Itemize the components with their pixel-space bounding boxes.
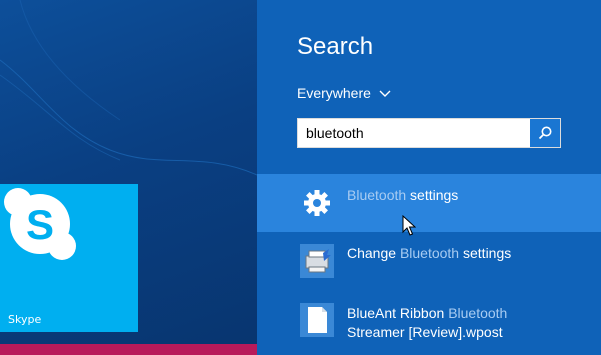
search-scope-dropdown[interactable]: Everywhere bbox=[297, 85, 391, 101]
search-charm-panel: Search Everywhere bluetooth Bluetooth se… bbox=[257, 0, 601, 355]
search-result-bluetooth-settings[interactable]: Bluetooth settings bbox=[257, 174, 601, 232]
svg-text:S: S bbox=[26, 201, 54, 248]
start-screen-background: S Skype bbox=[0, 0, 257, 355]
search-input[interactable] bbox=[306, 119, 526, 147]
skype-icon: S bbox=[4, 188, 76, 260]
result-label: Bluetooth settings bbox=[347, 186, 458, 205]
gear-icon bbox=[297, 183, 337, 223]
search-result-blueant-ribbon[interactable]: BlueAnt Ribbon Bluetooth Streamer [Revie… bbox=[257, 296, 601, 354]
search-scope-label: Everywhere bbox=[297, 85, 371, 101]
result-prefix-text: BlueAnt Ribbon bbox=[347, 305, 449, 321]
result-rest-text: settings bbox=[406, 187, 459, 203]
mouse-cursor-icon bbox=[402, 215, 416, 236]
search-icon bbox=[538, 126, 552, 140]
chevron-down-icon bbox=[379, 90, 391, 97]
skype-tile[interactable]: S Skype bbox=[0, 184, 138, 332]
result-rest-text: settings bbox=[459, 245, 512, 261]
result-match-text: Bluetooth bbox=[399, 245, 460, 261]
result-label: Change Bluetooth settings bbox=[347, 244, 511, 263]
result-match-text: Bluetooth bbox=[347, 187, 407, 203]
document-icon bbox=[297, 300, 337, 340]
result-line2-text: Streamer [Review].wpost bbox=[347, 324, 503, 340]
skype-tile-label: Skype bbox=[8, 313, 42, 326]
search-result-change-bluetooth-settings[interactable]: Change Bluetooth settings bbox=[257, 232, 601, 290]
result-prefix-text: Change bbox=[347, 245, 400, 261]
result-label: BlueAnt Ribbon Bluetooth Streamer [Revie… bbox=[347, 304, 507, 342]
search-title: Search bbox=[297, 33, 374, 60]
search-button[interactable] bbox=[530, 119, 560, 147]
result-match-text: Bluetooth bbox=[448, 305, 508, 321]
search-box bbox=[297, 118, 561, 148]
control-panel-icon bbox=[297, 241, 337, 281]
tile-strip bbox=[0, 344, 257, 355]
